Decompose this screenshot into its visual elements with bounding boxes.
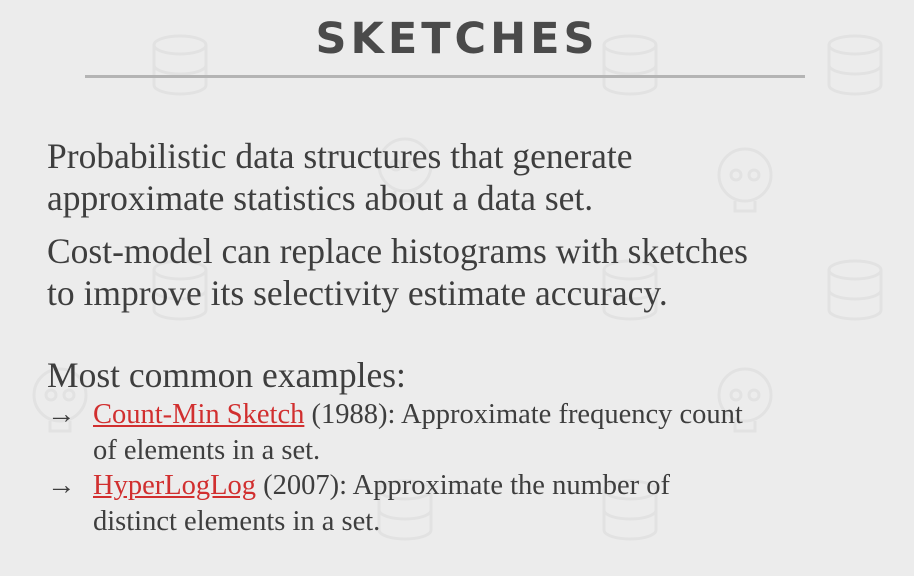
- example-text: Count-Min Sketch (1988): Approximate fre…: [93, 397, 867, 469]
- right-arrow-icon: →: [47, 399, 76, 430]
- slide-title: SKETCHES: [315, 14, 599, 64]
- example-item-count-min-sketch: → Count-Min Sketch (1988): Approximate f…: [47, 397, 867, 469]
- title-underline: [85, 75, 805, 78]
- skull-icon: [717, 147, 773, 213]
- database-icon: [827, 259, 883, 321]
- examples-heading: Most common examples:: [47, 355, 406, 395]
- paragraph-line: Probabilistic data structures that gener…: [47, 136, 633, 176]
- count-min-sketch-link[interactable]: Count-Min Sketch: [93, 399, 304, 430]
- paragraph-line: Cost-model can replace histograms with s…: [47, 231, 748, 271]
- example-line: of elements in a set.: [93, 435, 321, 466]
- example-description: (1988): Approximate frequency count: [304, 399, 743, 430]
- paragraph-definition: Probabilistic data structures that gener…: [47, 135, 633, 219]
- example-item-hyperloglog: → HyperLogLog (2007): Approximate the nu…: [47, 468, 867, 540]
- example-line: Count-Min Sketch (1988): Approximate fre…: [93, 397, 867, 433]
- right-arrow-icon: →: [47, 470, 76, 501]
- paragraph-line: to improve its selectivity estimate accu…: [47, 273, 668, 313]
- example-description: (2007): Approximate the number of: [256, 470, 670, 501]
- paragraph-line: approximate statistics about a data set.: [47, 178, 594, 218]
- example-line: distinct elements in a set.: [93, 506, 381, 537]
- hyperloglog-link[interactable]: HyperLogLog: [93, 470, 256, 501]
- example-line: HyperLogLog (2007): Approximate the numb…: [93, 468, 867, 504]
- example-text: HyperLogLog (2007): Approximate the numb…: [93, 468, 867, 540]
- paragraph-cost-model: Cost-model can replace histograms with s…: [47, 230, 748, 314]
